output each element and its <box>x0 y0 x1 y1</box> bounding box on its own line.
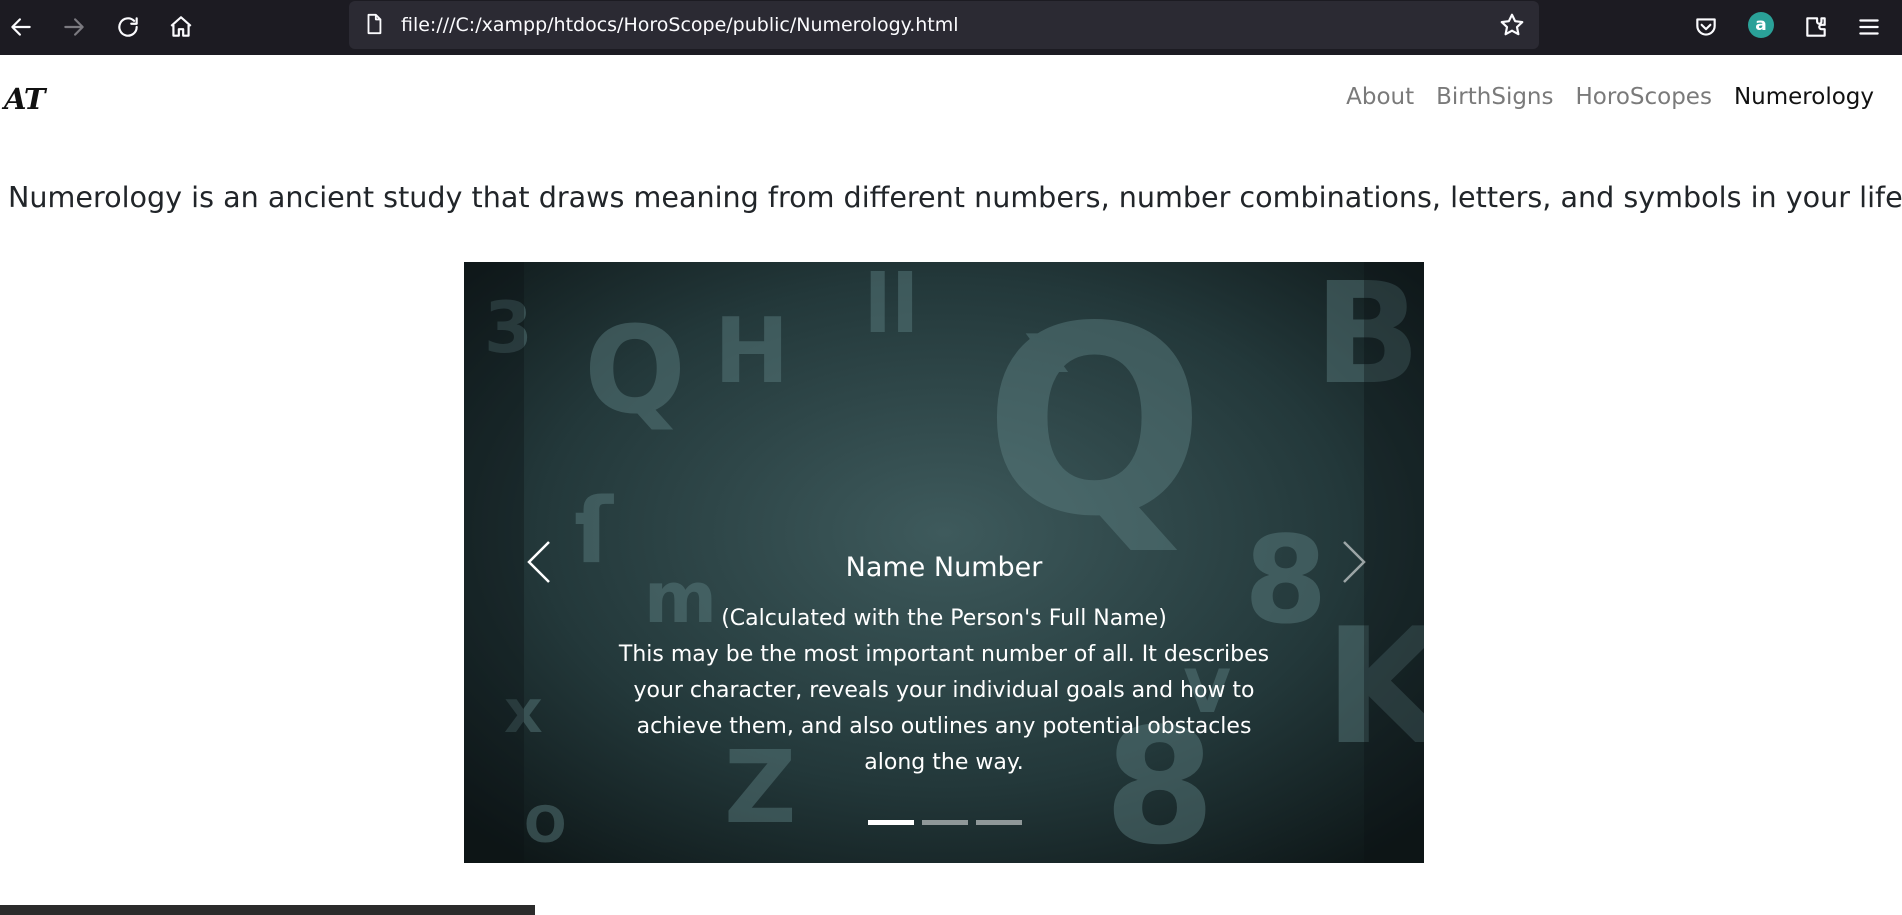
extension-avatar-icon[interactable]: a <box>1748 12 1774 38</box>
menu-button[interactable] <box>1848 6 1890 48</box>
browser-toolbar: file:///C:/xampp/htdocs/HoroScope/public… <box>0 0 1902 55</box>
carousel-indicator-3[interactable] <box>976 820 1022 825</box>
svg-text:x: x <box>1024 307 1069 389</box>
svg-text:Q: Q <box>584 302 686 441</box>
pocket-icon <box>1696 18 1716 36</box>
numerology-carousel: Q Q 3 ſ H ll B 8 K 8 x m Z O V x Name Nu… <box>464 262 1424 863</box>
carousel-indicator-2[interactable] <box>922 820 968 825</box>
svg-text:H: H <box>714 299 789 404</box>
carousel-prev-button[interactable] <box>519 532 559 592</box>
svg-text:ſ: ſ <box>574 479 614 584</box>
carousel-next-button[interactable] <box>1334 532 1374 592</box>
forward-button[interactable] <box>53 6 95 48</box>
chevron-right-icon <box>1343 541 1366 583</box>
back-button[interactable] <box>0 6 42 48</box>
bookmark-star-icon[interactable] <box>1499 12 1525 38</box>
menu-icon <box>1859 19 1879 35</box>
main-nav: About BirthSigns HoroScopes Numerology <box>1324 84 1874 110</box>
nav-about[interactable]: About <box>1346 84 1414 110</box>
nav-birthsigns[interactable]: BirthSigns <box>1436 84 1553 110</box>
chevron-left-icon <box>527 541 550 583</box>
svg-text:O: O <box>524 796 567 854</box>
extensions-button[interactable] <box>1795 6 1837 48</box>
home-icon <box>170 16 192 37</box>
nav-numerology[interactable]: Numerology <box>1734 84 1874 110</box>
extensions-icon <box>1806 17 1826 37</box>
slide-description: This may be the most important number of… <box>618 642 1270 775</box>
slide-title: Name Number <box>845 552 1043 583</box>
back-arrow-icon <box>11 18 31 36</box>
carousel-caption: Name Number (Calculated with the Person'… <box>614 552 1274 781</box>
reload-icon <box>118 17 138 37</box>
forward-arrow-icon <box>64 18 84 36</box>
nav-horoscopes[interactable]: HoroScopes <box>1576 84 1712 110</box>
brand-logo[interactable]: AT <box>4 82 45 116</box>
home-button[interactable] <box>160 6 202 48</box>
url-text[interactable]: file:///C:/xampp/htdocs/HoroScope/public… <box>401 14 959 36</box>
carousel-indicators <box>868 820 1022 825</box>
carousel-indicator-1[interactable] <box>868 820 914 825</box>
svg-text:Q: Q <box>984 272 1205 574</box>
pocket-button[interactable] <box>1685 6 1727 48</box>
next-section-edge <box>0 905 535 915</box>
page-icon <box>367 13 382 35</box>
url-bar[interactable]: file:///C:/xampp/htdocs/HoroScope/public… <box>349 1 1539 49</box>
svg-text:ll: ll <box>864 262 919 351</box>
reload-button[interactable] <box>107 6 149 48</box>
slide-subtitle: (Calculated with the Person's Full Name) <box>721 606 1167 631</box>
intro-text: Numerology is an ancient study that draw… <box>8 180 1902 214</box>
